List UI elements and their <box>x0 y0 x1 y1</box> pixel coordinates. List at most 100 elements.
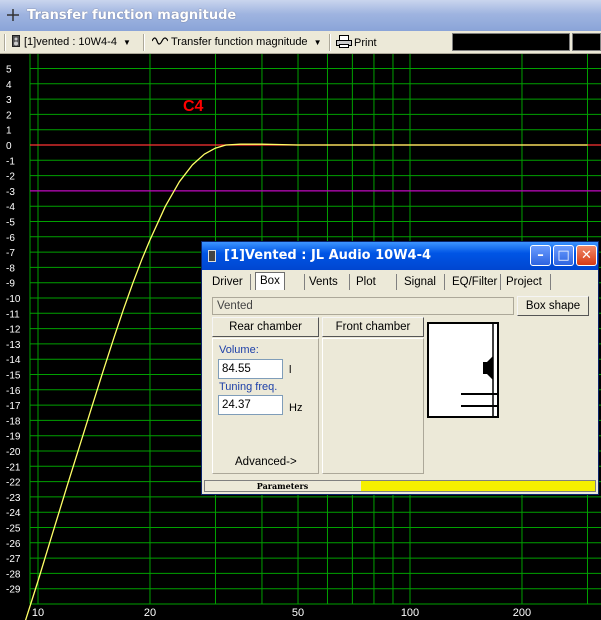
y-tick-label: -4 <box>6 202 15 213</box>
y-tick-label: -13 <box>6 340 21 351</box>
tab-driver[interactable]: Driver <box>208 274 247 290</box>
y-tick-label: -29 <box>6 585 21 596</box>
tab-separator <box>250 274 251 290</box>
printer-icon <box>336 35 352 48</box>
y-tick-label: -10 <box>6 294 21 305</box>
view-select[interactable]: Transfer function magnitude ▼ <box>151 35 322 50</box>
y-tick-label: -20 <box>6 447 21 458</box>
advanced-link[interactable]: Advanced-> <box>235 456 297 468</box>
tuning-freq-label: Tuning freq. <box>219 381 278 393</box>
y-tick-label: 4 <box>6 80 12 91</box>
close-icon: ✕ <box>581 248 592 263</box>
wave-icon <box>151 37 169 45</box>
x-tick-label: 10 <box>32 607 44 619</box>
x-tick-label: 200 <box>513 607 531 619</box>
crosshair-icon <box>7 9 19 21</box>
y-tick-label: -11 <box>6 309 20 320</box>
y-tick-label: 2 <box>6 110 12 121</box>
y-tick-label: -12 <box>6 325 21 336</box>
y-tick-label: -3 <box>6 187 15 198</box>
y-tick-label: -16 <box>6 386 21 397</box>
y-tick-label: -9 <box>6 279 15 290</box>
close-button[interactable]: ✕ <box>576 245 597 266</box>
tab-separator <box>349 274 350 290</box>
y-tick-label: -15 <box>6 371 21 382</box>
plot-annotation: C4 <box>183 98 204 115</box>
volume-input[interactable]: 84.55 <box>218 359 283 379</box>
y-tick-label: -24 <box>6 508 21 519</box>
rear-chamber-button[interactable]: Rear chamber <box>212 317 319 337</box>
toolbar-grip <box>4 34 6 51</box>
status-label: Parameters <box>256 481 309 491</box>
chevron-down-icon: ▼ <box>313 38 322 47</box>
tab-vents[interactable]: Vents <box>305 274 342 290</box>
box-type-field[interactable]: Vented <box>212 297 514 315</box>
rear-chamber-panel: Volume: 84.55 l Tuning freq. 24.37 Hz Ad… <box>212 338 319 474</box>
tab-signal[interactable]: Signal <box>400 274 440 290</box>
status-bar: Parameters <box>204 480 596 492</box>
box-dialog: [1]Vented : JL Audio 10W4-4 – □ ✕ Driver… <box>201 241 599 495</box>
y-tick-label: -28 <box>6 569 21 580</box>
speaker-icon <box>208 250 216 262</box>
y-tick-label: -17 <box>6 401 21 412</box>
y-tick-label: -14 <box>6 355 21 366</box>
driver-select-value: [1]vented : 10W4-4 <box>24 36 117 48</box>
x-tick-label: 50 <box>292 607 304 619</box>
x-axis-tick-labels: 10 20 50 100 200 <box>32 607 531 619</box>
y-tick-label: -2 <box>6 172 15 183</box>
tab-plot[interactable]: Plot <box>352 274 380 290</box>
x-tick-label: 100 <box>401 607 419 619</box>
tab-eq-filter[interactable]: EQ/Filter <box>448 274 501 290</box>
y-tick-label: 1 <box>6 126 12 137</box>
x-tick-label: 20 <box>144 607 156 619</box>
minimize-button[interactable]: – <box>530 245 551 266</box>
y-tick-label: -8 <box>6 263 15 274</box>
tuning-freq-unit: Hz <box>289 402 303 414</box>
y-tick-label: -26 <box>6 539 21 550</box>
print-button[interactable]: Print <box>336 35 377 50</box>
y-tick-label: -21 <box>6 462 21 473</box>
y-tick-label: -1 <box>6 156 15 167</box>
toolbar-separator <box>143 34 145 51</box>
chevron-down-icon: ▼ <box>122 38 131 47</box>
y-tick-label: 0 <box>6 141 12 152</box>
y-tick-label: -22 <box>6 478 21 489</box>
tab-separator <box>500 274 501 290</box>
y-tick-label: -18 <box>6 416 21 427</box>
dialog-title-bar[interactable]: [1]Vented : JL Audio 10W4-4 – □ ✕ <box>202 242 598 270</box>
volume-label: Volume: <box>219 344 259 356</box>
window-title: Transfer function magnitude <box>27 8 237 23</box>
tab-project[interactable]: Project <box>502 274 546 290</box>
tuning-freq-input[interactable]: 24.37 <box>218 395 283 415</box>
minimize-icon: – <box>537 248 544 263</box>
tab-separator <box>444 274 445 290</box>
y-tick-label: -19 <box>6 432 21 443</box>
dialog-title: [1]Vented : JL Audio 10W4-4 <box>224 248 432 263</box>
y-axis-tick-labels: 5 4 3 2 1 0 -1 -2 -3 -4 -5 -6 -7 -8 -9 -10 -11 -12 -13 -14 -… <box>6 65 21 596</box>
y-tick-label: -6 <box>6 233 15 244</box>
driver-select[interactable]: [1]vented : 10W4-4 ▼ <box>12 35 131 50</box>
window-title-bar[interactable]: Transfer function magnitude <box>0 0 601 31</box>
y-tick-label: 5 <box>6 65 12 76</box>
y-tick-label: -23 <box>6 493 21 504</box>
view-select-value: Transfer function magnitude <box>171 36 308 48</box>
toolbar-separator <box>329 34 331 51</box>
y-tick-label: -25 <box>6 524 21 535</box>
y-tick-label: -5 <box>6 218 15 229</box>
tab-separator <box>550 274 551 290</box>
readout-box <box>452 33 570 51</box>
box-shape-button[interactable]: Box shape <box>517 296 589 316</box>
maximize-button[interactable]: □ <box>553 245 574 266</box>
box-diagram <box>427 322 499 418</box>
volume-unit: l <box>289 364 292 376</box>
status-progress <box>361 481 595 491</box>
y-tick-label: -7 <box>6 248 15 259</box>
tab-box[interactable]: Box <box>255 272 285 290</box>
front-chamber-panel <box>322 338 424 474</box>
front-chamber-button[interactable]: Front chamber <box>322 317 424 337</box>
tab-separator <box>396 274 397 290</box>
y-tick-label: 3 <box>6 95 12 106</box>
toolbar: [1]vented : 10W4-4 ▼ Transfer function ma… <box>0 31 601 54</box>
maximize-icon: □ <box>557 248 570 263</box>
readout-box <box>572 33 601 51</box>
